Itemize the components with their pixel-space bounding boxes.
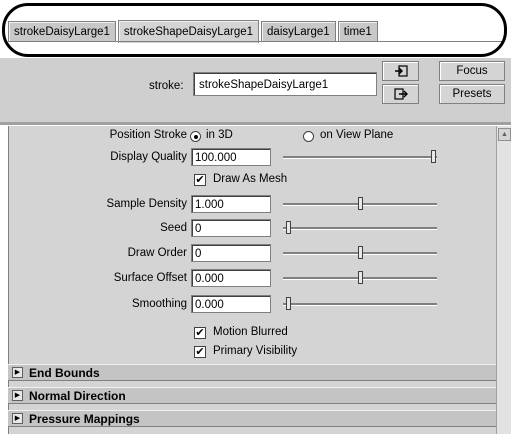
stroke-name-field[interactable]: strokeShapeDaisyLarge1 xyxy=(193,72,377,96)
primary-visibility-checkbox[interactable]: ✔ xyxy=(194,346,206,358)
draw-order-slider[interactable] xyxy=(283,246,437,260)
position-stroke-label: Position Stroke xyxy=(109,129,187,141)
motion-blurred-checkbox[interactable]: ✔ xyxy=(194,327,206,339)
seed-slider[interactable] xyxy=(283,221,437,235)
draw-order-field[interactable]: 0 xyxy=(191,244,271,262)
expand-arrow-icon[interactable]: ▶ xyxy=(12,390,23,401)
section-normal-direction[interactable]: ▶ Normal Direction xyxy=(8,387,496,404)
surface-offset-field[interactable]: 0.000 xyxy=(191,269,271,287)
tab-time1[interactable]: time1 xyxy=(337,21,378,42)
smoothing-label: Smoothing xyxy=(132,298,187,310)
sample-density-slider[interactable] xyxy=(283,197,437,211)
section-end-bounds[interactable]: ▶ End Bounds xyxy=(8,364,496,381)
node-tab-bar: strokeDaisyLarge1 strokeShapeDaisyLarge1… xyxy=(0,0,511,58)
surface-offset-slider[interactable] xyxy=(283,271,437,285)
display-quality-slider-thumb[interactable] xyxy=(431,150,436,163)
panel-divider xyxy=(0,122,511,125)
section-pressure-mappings-title: Pressure Mappings xyxy=(29,412,140,426)
presets-button[interactable]: Presets xyxy=(439,84,505,104)
smoothing-slider[interactable] xyxy=(283,297,437,311)
load-attributes-icon xyxy=(394,65,408,77)
vertical-scrollbar[interactable]: ▲ xyxy=(496,126,511,434)
expand-arrow-icon[interactable]: ▶ xyxy=(12,367,23,378)
draw-order-label: Draw Order xyxy=(127,247,187,259)
tab-baseline xyxy=(8,41,503,42)
go-to-output-icon xyxy=(393,88,408,100)
section-normal-direction-title: Normal Direction xyxy=(29,389,126,403)
radio-on-view-plane-label: on View Plane xyxy=(320,129,394,141)
draw-as-mesh-checkbox[interactable]: ✔ xyxy=(194,174,206,186)
section-pressure-mappings[interactable]: ▶ Pressure Mappings xyxy=(8,410,496,427)
section-end-bounds-title: End Bounds xyxy=(29,366,100,380)
motion-blurred-label: Motion Blurred xyxy=(213,326,288,338)
smoothing-slider-thumb[interactable] xyxy=(286,297,291,310)
seed-field[interactable]: 0 xyxy=(191,219,271,237)
radio-in-3d[interactable] xyxy=(190,131,201,142)
smoothing-field[interactable]: 0.000 xyxy=(191,295,271,313)
surface-offset-slider-thumb[interactable] xyxy=(358,271,363,284)
go-to-output-button[interactable] xyxy=(382,84,419,104)
tabs-row: strokeDaisyLarge1 strokeShapeDaisyLarge1… xyxy=(8,20,380,43)
load-attributes-button[interactable] xyxy=(382,61,419,81)
seed-slider-thumb[interactable] xyxy=(286,221,291,234)
radio-on-view-plane[interactable] xyxy=(303,131,314,142)
scroll-up-arrow-icon[interactable]: ▲ xyxy=(498,128,511,141)
display-quality-slider[interactable] xyxy=(283,150,437,164)
sample-density-label: Sample Density xyxy=(106,198,187,210)
primary-visibility-label: Primary Visibility xyxy=(213,345,298,357)
draw-order-slider-thumb[interactable] xyxy=(358,246,363,259)
stroke-header: stroke: strokeShapeDaisyLarge1 Focus Pre… xyxy=(0,58,511,122)
expand-arrow-icon[interactable]: ▶ xyxy=(12,413,23,424)
radio-in-3d-label: in 3D xyxy=(206,129,233,141)
sample-density-field[interactable]: 1.000 xyxy=(191,195,271,213)
sample-density-slider-thumb[interactable] xyxy=(358,197,363,210)
tab-daisy-large1[interactable]: daisyLarge1 xyxy=(261,21,336,42)
tab-stroke-daisy-large1[interactable]: strokeDaisyLarge1 xyxy=(8,21,116,42)
stroke-label: stroke: xyxy=(149,80,184,92)
tab-stroke-shape-daisy-large1[interactable]: strokeShapeDaisyLarge1 xyxy=(117,20,260,43)
seed-label: Seed xyxy=(160,222,187,234)
display-quality-field[interactable]: 100.000 xyxy=(191,148,271,166)
surface-offset-label: Surface Offset xyxy=(113,272,187,284)
display-quality-label: Display Quality xyxy=(110,151,187,163)
draw-as-mesh-label: Draw As Mesh xyxy=(213,173,288,185)
focus-button[interactable]: Focus xyxy=(439,61,505,81)
